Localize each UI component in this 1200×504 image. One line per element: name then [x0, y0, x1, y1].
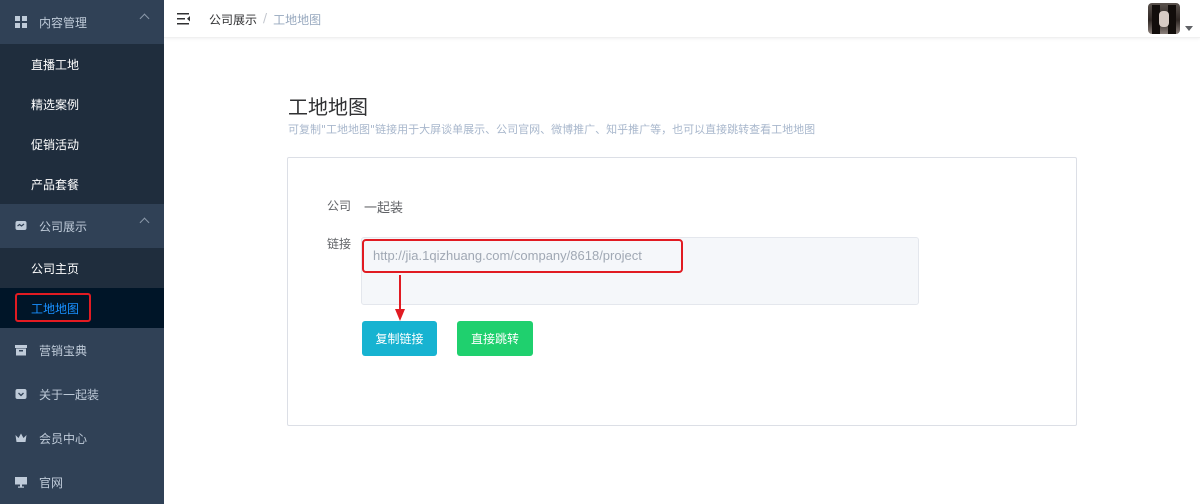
menu-official-site[interactable]: 官网: [0, 460, 164, 504]
menu-company-display[interactable]: 公司展示: [0, 204, 164, 248]
crown-icon: [15, 432, 27, 444]
jump-button[interactable]: 直接跳转: [457, 321, 533, 356]
breadcrumb-item[interactable]: 公司展示: [209, 11, 257, 28]
menu-label: 会员中心: [39, 431, 88, 446]
sidebar-item-promotions[interactable]: 促销活动: [0, 124, 164, 164]
menu-label: 公司展示: [39, 219, 88, 234]
menu-label: 内容管理: [39, 15, 88, 30]
pocket-icon: [15, 388, 27, 400]
page-title: 工地地图: [288, 95, 368, 119]
sidebar-item-company-home[interactable]: 公司主页: [0, 248, 164, 288]
sidebar-item-label: 产品套餐: [31, 177, 80, 192]
arrow-down-icon: [395, 275, 405, 321]
sidebar-item-label: 直播工地: [31, 57, 80, 72]
highlight-box: [15, 293, 91, 322]
caret-down-icon[interactable]: [1185, 26, 1193, 31]
copy-link-button[interactable]: 复制链接: [362, 321, 437, 356]
sidebar-item-label: 公司主页: [31, 261, 80, 276]
sidebar-item-site-map[interactable]: 工地地图: [0, 288, 164, 328]
submenu-company: 公司主页 工地地图: [0, 248, 164, 328]
chat-icon: [15, 220, 27, 232]
menu-toggle-icon[interactable]: [177, 11, 191, 25]
sidebar: 内容管理 直播工地 精选案例 促销活动 产品套餐 公司展示 公司主页 工地地图 …: [0, 0, 164, 504]
sidebar-item-live-site[interactable]: 直播工地: [0, 44, 164, 84]
sidebar-item-label: 促销活动: [31, 137, 80, 152]
page-description: 可复制"工地地图"链接用于大屏谈单展示、公司官网、微博推广、知乎推广等，也可以直…: [288, 123, 816, 136]
menu-label: 关于一起装: [39, 387, 100, 402]
menu-label: 官网: [39, 475, 64, 490]
breadcrumb-separator: /: [263, 11, 268, 25]
menu-about[interactable]: 关于一起装: [0, 372, 164, 416]
archive-icon: [15, 344, 27, 356]
menu-content-management[interactable]: 内容管理: [0, 0, 164, 44]
sidebar-item-label: 精选案例: [31, 97, 80, 112]
avatar[interactable]: [1148, 3, 1180, 34]
chevron-up-icon: [139, 217, 150, 228]
menu-member[interactable]: 会员中心: [0, 416, 164, 460]
breadcrumb-current: 工地地图: [273, 13, 322, 27]
grid-icon: [15, 16, 27, 28]
breadcrumb: 公司展示 / 工地地图: [209, 11, 321, 28]
monitor-icon: [15, 476, 27, 488]
company-label: 公司: [327, 199, 352, 213]
company-value: 一起装: [364, 201, 404, 216]
menu-marketing[interactable]: 营销宝典: [0, 328, 164, 372]
link-label: 链接: [327, 237, 352, 251]
submenu-content: 直播工地 精选案例 促销活动 产品套餐: [0, 44, 164, 204]
sidebar-item-packages[interactable]: 产品套餐: [0, 164, 164, 204]
menu-label: 营销宝典: [39, 343, 88, 358]
chevron-up-icon: [139, 13, 150, 24]
topbar: 公司展示 / 工地地图: [164, 0, 1200, 38]
sidebar-item-featured-cases[interactable]: 精选案例: [0, 84, 164, 124]
highlight-box: [362, 239, 683, 273]
